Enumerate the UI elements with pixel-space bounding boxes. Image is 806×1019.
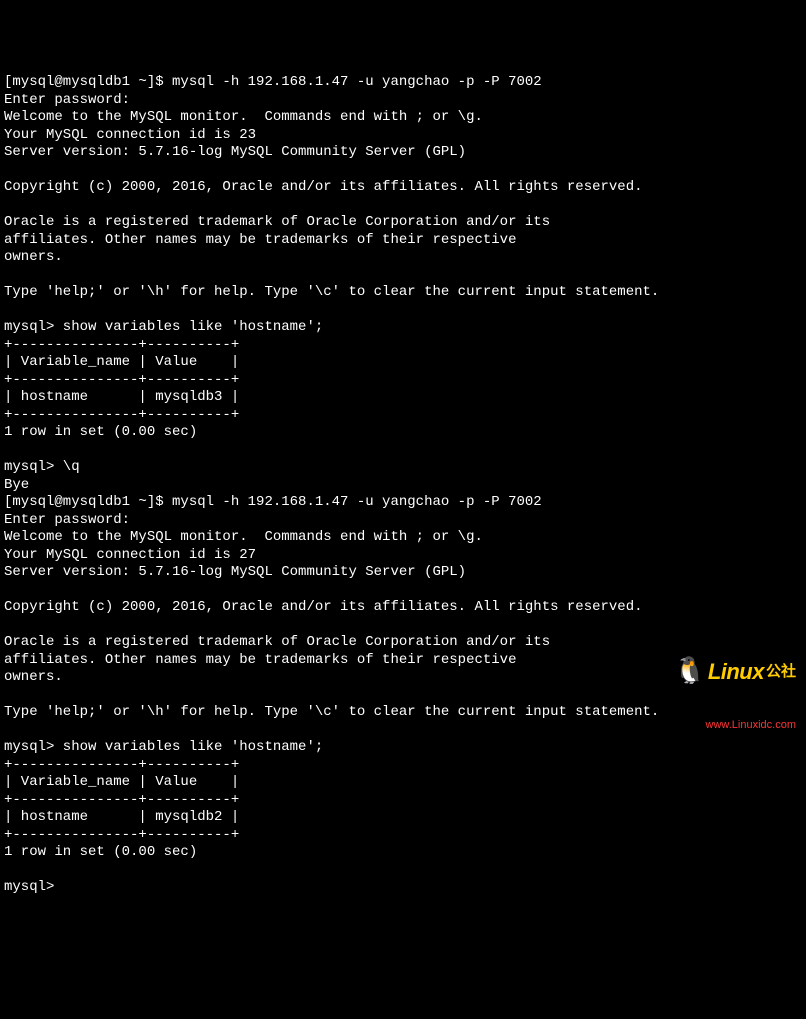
trademark-line: affiliates. Other names may be trademark…	[4, 232, 516, 248]
terminal-output[interactable]: [mysql@mysqldb1 ~]$ mysql -h 192.168.1.4…	[4, 74, 802, 897]
table-border: +---------------+----------+	[4, 407, 239, 423]
mysql-quit-line: mysql> \q	[4, 459, 80, 475]
mysql-query-line: mysql> show variables like 'hostname';	[4, 319, 323, 335]
help-line: Type 'help;' or '\h' for help. Type '\c'…	[4, 704, 659, 720]
shell-prompt-line: [mysql@mysqldb1 ~]$ mysql -h 192.168.1.4…	[4, 74, 542, 90]
connection-id-line: Your MySQL connection id is 23	[4, 127, 256, 143]
server-version-line: Server version: 5.7.16-log MySQL Communi…	[4, 144, 466, 160]
password-prompt: Enter password:	[4, 92, 130, 108]
trademark-line: Oracle is a registered trademark of Orac…	[4, 214, 550, 230]
trademark-line: Oracle is a registered trademark of Orac…	[4, 634, 550, 650]
watermark-brand-cn: 公社	[766, 663, 796, 682]
table-header: | Variable_name | Value |	[4, 354, 239, 370]
bye-line: Bye	[4, 477, 29, 493]
watermark-brand: Linux	[708, 658, 764, 686]
table-row: | hostname | mysqldb3 |	[4, 389, 239, 405]
trademark-line: owners.	[4, 669, 63, 685]
mysql-prompt: mysql>	[4, 879, 54, 895]
table-border: +---------------+----------+	[4, 827, 239, 843]
help-line: Type 'help;' or '\h' for help. Type '\c'…	[4, 284, 659, 300]
penguin-icon: 🐧	[673, 659, 705, 685]
server-version-line: Server version: 5.7.16-log MySQL Communi…	[4, 564, 466, 580]
welcome-line: Welcome to the MySQL monitor. Commands e…	[4, 529, 483, 545]
watermark-url: www.Linuxidc.com	[673, 719, 796, 733]
connection-id-line: Your MySQL connection id is 27	[4, 547, 256, 563]
table-border: +---------------+----------+	[4, 792, 239, 808]
password-prompt: Enter password:	[4, 512, 130, 528]
table-border: +---------------+----------+	[4, 372, 239, 388]
copyright-line: Copyright (c) 2000, 2016, Oracle and/or …	[4, 179, 643, 195]
table-border: +---------------+----------+	[4, 757, 239, 773]
shell-prompt-line: [mysql@mysqldb1 ~]$ mysql -h 192.168.1.4…	[4, 494, 542, 510]
watermark: 🐧 Linux 公社 www.Linuxidc.com	[673, 623, 796, 750]
mysql-query-line: mysql> show variables like 'hostname';	[4, 739, 323, 755]
copyright-line: Copyright (c) 2000, 2016, Oracle and/or …	[4, 599, 643, 615]
table-border: +---------------+----------+	[4, 337, 239, 353]
trademark-line: affiliates. Other names may be trademark…	[4, 652, 516, 668]
table-header: | Variable_name | Value |	[4, 774, 239, 790]
result-line: 1 row in set (0.00 sec)	[4, 844, 197, 860]
table-row: | hostname | mysqldb2 |	[4, 809, 239, 825]
trademark-line: owners.	[4, 249, 63, 265]
welcome-line: Welcome to the MySQL monitor. Commands e…	[4, 109, 483, 125]
result-line: 1 row in set (0.00 sec)	[4, 424, 197, 440]
